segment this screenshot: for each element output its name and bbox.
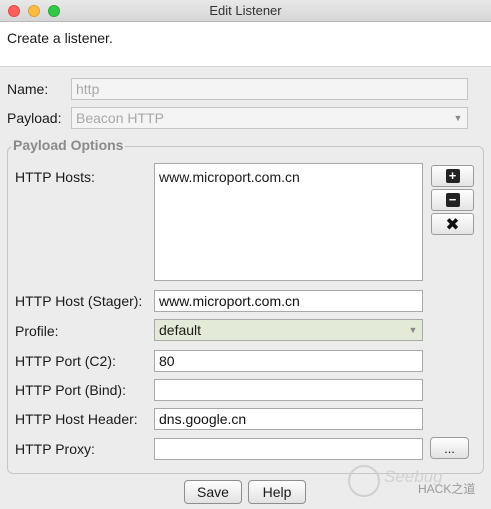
http-host-header-input[interactable]: dns.google.cn [154, 408, 423, 430]
watermark: Seebug HACK之道 [348, 463, 486, 499]
http-port-c2-label: HTTP Port (C2): [15, 353, 116, 369]
proxy-settings-button[interactable]: ... [430, 437, 469, 459]
profile-select-value: default [159, 322, 202, 338]
close-window-button[interactable] [8, 5, 20, 17]
http-host-stager-label: HTTP Host (Stager): [15, 293, 143, 309]
http-port-bind-input[interactable] [154, 379, 423, 401]
http-proxy-label: HTTP Proxy: [15, 441, 95, 457]
payload-select-value: Beacon HTTP [76, 110, 164, 126]
save-button[interactable]: Save [184, 480, 242, 504]
name-label: Name: [7, 81, 49, 97]
chevron-down-icon: ▼ [408, 325, 418, 335]
watermark-text: HACK之道 [418, 482, 476, 496]
title-bar: Edit Listener [0, 0, 491, 22]
maximize-window-button[interactable] [48, 5, 60, 17]
list-item[interactable]: www.microport.com.cn [159, 169, 418, 185]
http-port-c2-input[interactable]: 80 [154, 350, 423, 372]
payload-options-title: Payload Options [11, 137, 126, 153]
http-host-header-label: HTTP Host Header: [15, 411, 138, 427]
help-button[interactable]: Help [248, 480, 306, 504]
clear-hosts-button[interactable]: ✖ [431, 213, 474, 235]
payload-select[interactable]: Beacon HTTP ▼ [71, 107, 468, 129]
add-host-button[interactable]: + [431, 165, 474, 187]
profile-select[interactable]: default ▼ [154, 319, 423, 341]
profile-label: Profile: [15, 323, 59, 339]
http-proxy-input[interactable] [154, 438, 423, 460]
dialog-description: Create a listener. [7, 30, 113, 46]
plus-icon: + [445, 169, 460, 183]
minus-icon: − [445, 193, 460, 207]
watermark-logo-icon [348, 465, 380, 497]
window-title: Edit Listener [209, 3, 282, 18]
payload-label: Payload: [7, 110, 62, 126]
header-panel: Create a listener. [0, 22, 491, 67]
http-hosts-label: HTTP Hosts: [15, 169, 95, 185]
http-hosts-list[interactable]: www.microport.com.cn [154, 163, 423, 281]
chevron-down-icon: ▼ [453, 113, 463, 123]
http-host-stager-input[interactable]: www.microport.com.cn [154, 290, 423, 312]
x-icon: ✖ [445, 214, 460, 234]
http-port-bind-label: HTTP Port (Bind): [15, 382, 126, 398]
minimize-window-button[interactable] [28, 5, 40, 17]
remove-host-button[interactable]: − [431, 189, 474, 211]
name-field[interactable]: http [71, 78, 468, 100]
